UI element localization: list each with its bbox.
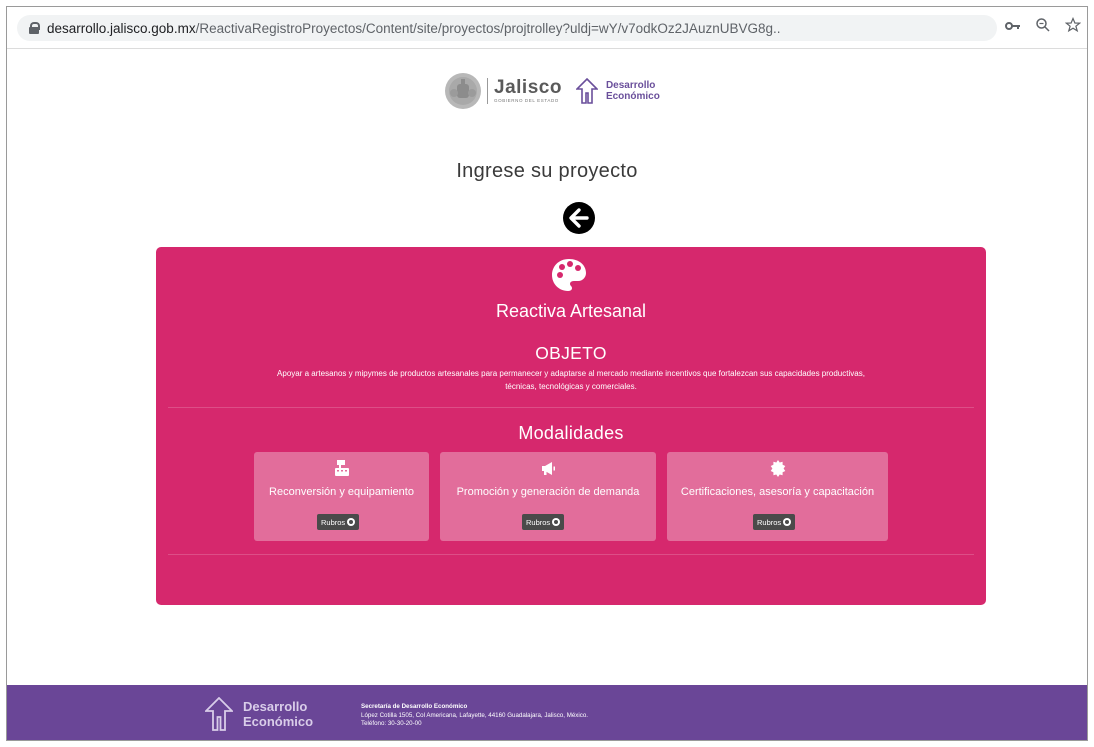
rubros-button[interactable]: Rubros	[522, 514, 565, 530]
jalisco-logo-name: Jalisco	[494, 77, 562, 98]
divider	[168, 554, 974, 555]
arrow-circle-icon	[783, 518, 792, 526]
modalidades-heading: Modalidades	[518, 423, 624, 443]
arrow-circle-icon	[552, 518, 561, 526]
program-card: Reactiva Artesanal OBJETO Apoyar a artes…	[156, 247, 986, 605]
url-text[interactable]: desarrollo.jalisco.gob.mx/ReactivaRegist…	[47, 21, 780, 36]
footer-contact: Secretaría de Desarrollo Económico López…	[361, 703, 588, 729]
footer-org: Secretaría de Desarrollo Económico	[361, 703, 468, 710]
objeto-description: Apoyar a artesanos y mipymes de producto…	[277, 369, 865, 391]
footer-logo: Desarrollo Económico	[205, 697, 313, 731]
cash-register-icon	[334, 460, 349, 476]
jalisco-seal-icon	[445, 73, 481, 109]
modalidad-label: Certificaciones, asesoría y capacitación	[680, 486, 875, 498]
url-field[interactable]: desarrollo.jalisco.gob.mx/ReactivaRegist…	[17, 15, 997, 41]
back-button[interactable]	[563, 202, 595, 234]
rubros-label: Rubros	[526, 517, 551, 527]
modalidad-label: Reconversión y equipamiento	[269, 486, 414, 498]
program-title: Reactiva Artesanal	[495, 301, 647, 321]
footer-logo-line2: Económico	[243, 714, 314, 729]
footer-phone: Teléfono: 30-30-20-00	[361, 720, 422, 727]
palette-icon	[552, 259, 586, 291]
jalisco-logo: Jalisco GOBIERNO DEL ESTADO	[487, 78, 562, 104]
page-title: Ingrese su proyecto	[456, 160, 638, 182]
rubros-label: Rubros	[757, 517, 782, 527]
objeto-heading: OBJETO	[535, 343, 607, 363]
footer-address: López Cotilla 1505, Col Americana, Lafay…	[361, 711, 589, 719]
rubros-button[interactable]: Rubros	[753, 514, 796, 530]
url-path: /ReactivaRegistroProyectos/Content/site/…	[195, 20, 781, 36]
page-content: Jalisco GOBIERNO DEL ESTADO Desarrollo E…	[7, 50, 1087, 740]
address-bar: desarrollo.jalisco.gob.mx/ReactivaRegist…	[7, 7, 1087, 49]
modalidad-card-promocion[interactable]: Promoción y generación de demanda Rubros	[440, 452, 656, 541]
rubros-button[interactable]: Rubros	[317, 514, 360, 530]
lock-icon[interactable]	[29, 22, 40, 34]
star-icon[interactable]	[1064, 16, 1082, 39]
desarrollo-economico-logo: Desarrollo Económico	[575, 78, 660, 104]
header-logos: Jalisco GOBIERNO DEL ESTADO Desarrollo E…	[445, 66, 675, 116]
arrow-left-icon	[569, 208, 589, 228]
url-host: desarrollo.jalisco.gob.mx	[47, 20, 196, 36]
arrow-circle-icon	[347, 518, 356, 526]
modalidad-card-reconversion[interactable]: Reconversión y equipamiento Rubros	[254, 452, 429, 541]
browser-window: desarrollo.jalisco.gob.mx/ReactivaRegist…	[6, 6, 1088, 741]
footer-logo-line1: Desarrollo	[243, 699, 308, 714]
de-logo-line2: Económico	[605, 91, 660, 102]
zoom-icon[interactable]	[1035, 17, 1051, 39]
modalidad-card-certificaciones[interactable]: Certificaciones, asesoría y capacitación…	[667, 452, 888, 541]
jalisco-logo-subtext: GOBIERNO DEL ESTADO	[494, 98, 559, 103]
footer: Desarrollo Económico Secretaría de Desar…	[7, 685, 1087, 740]
up-arrow-house-icon	[205, 697, 233, 731]
key-icon[interactable]	[1005, 18, 1021, 38]
megaphone-icon	[542, 462, 555, 475]
modalidad-label: Promoción y generación de demanda	[456, 486, 640, 498]
browser-tools	[1005, 16, 1082, 39]
rubros-label: Rubros	[321, 517, 346, 527]
up-arrow-house-icon	[575, 78, 598, 104]
divider	[168, 407, 974, 408]
certificate-icon	[770, 460, 785, 477]
de-logo-line1: Desarrollo	[605, 80, 656, 91]
